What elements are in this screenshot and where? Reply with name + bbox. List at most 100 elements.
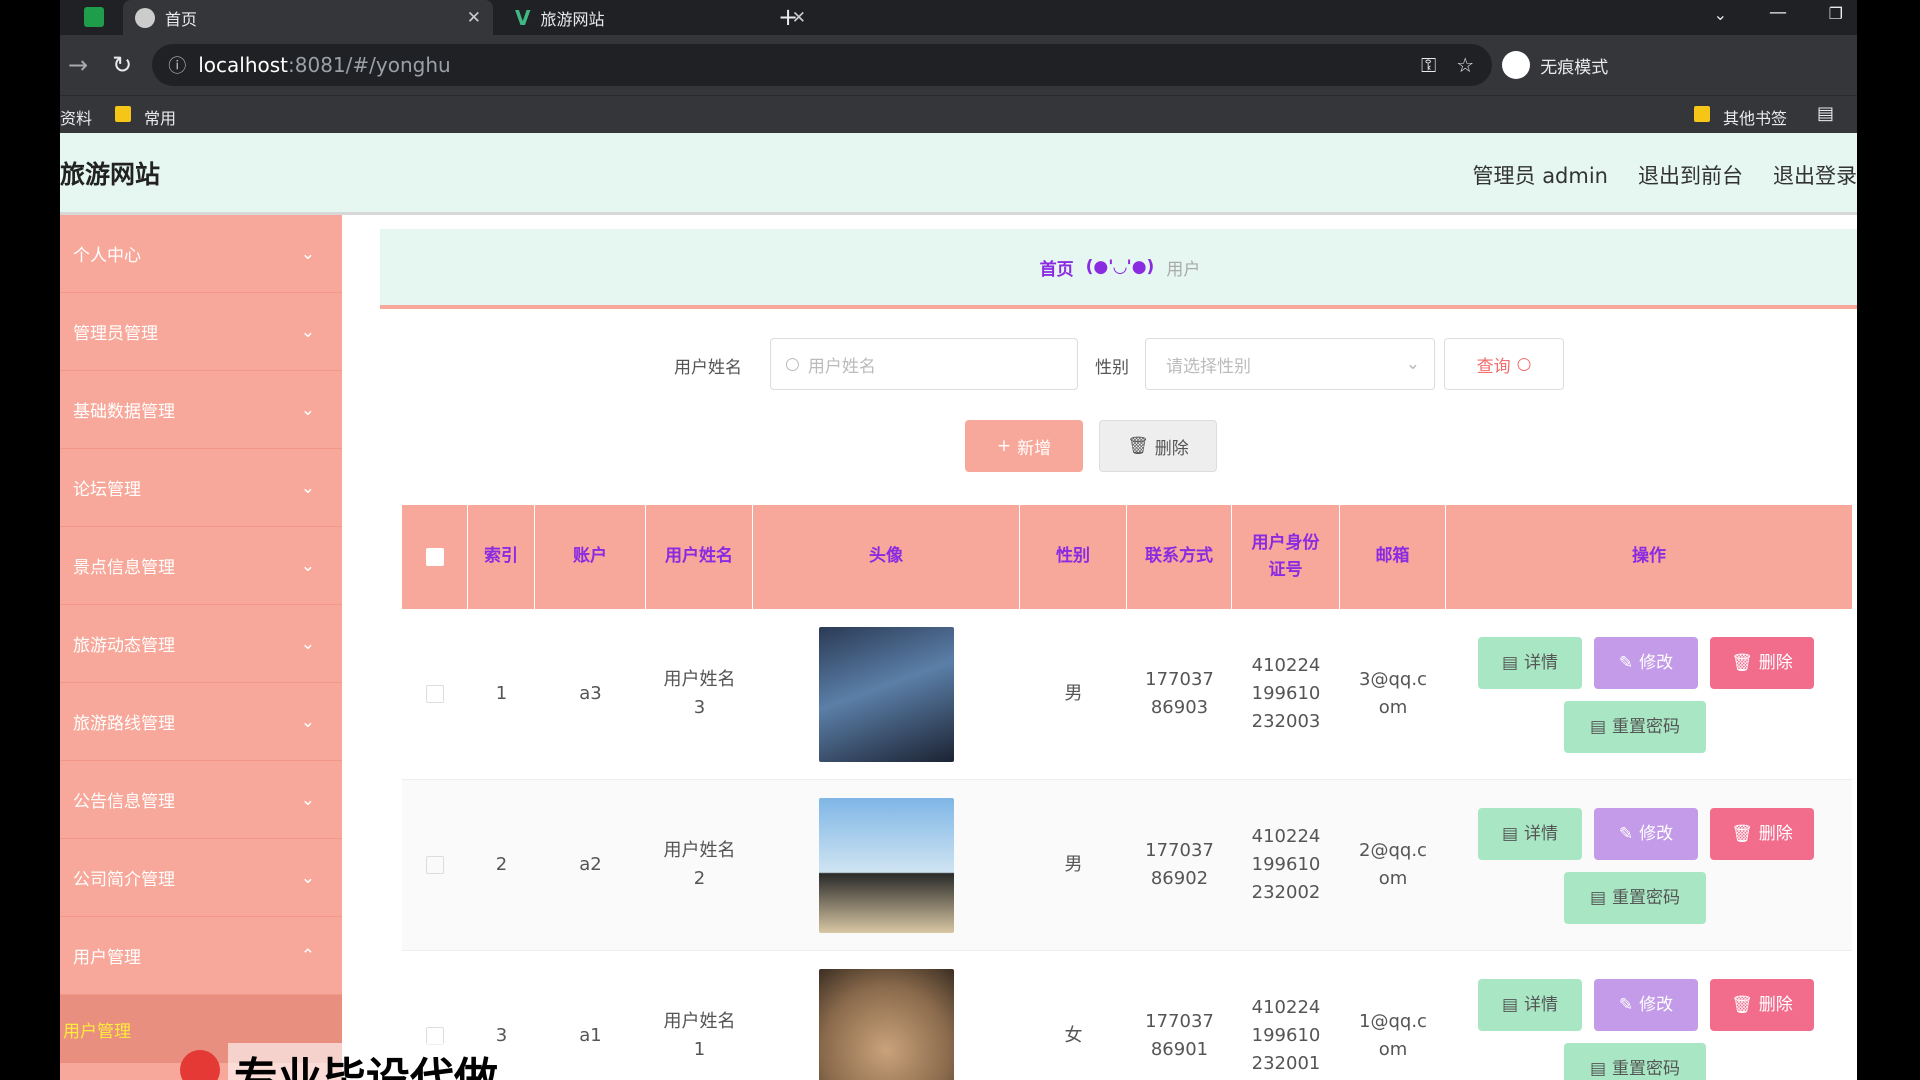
chevron-down-icon: ⌄	[300, 477, 315, 498]
sidebar-item-admin[interactable]: 管理员管理 ⌄	[60, 293, 342, 371]
gender-select[interactable]: 请选择性别 ⌄	[1145, 338, 1435, 390]
header-links: 管理员 admin 退出到前台 退出登录	[1443, 160, 1857, 190]
sidebar-item-scenic[interactable]: 景点信息管理 ⌄	[60, 527, 342, 605]
forward-icon[interactable]: →	[68, 51, 88, 79]
back-to-front-link[interactable]: 退出到前台	[1638, 164, 1743, 188]
restore-button[interactable]: ❐	[1829, 4, 1843, 23]
cell-phone: 17703786901	[1145, 1011, 1214, 1060]
select-all-checkbox[interactable]	[425, 548, 444, 566]
query-button[interactable]: 查询 ○	[1444, 338, 1564, 390]
reading-list-icon[interactable]: ▤	[1817, 103, 1834, 124]
close-icon[interactable]: ✕	[467, 8, 481, 28]
browser-window: 首页 ✕ V 旅游网站 ✕ + ⌄ — ❐ → ↻ ⓘ localhost :8…	[60, 0, 1857, 1080]
header-index[interactable]: 索引	[468, 505, 535, 609]
chevron-down-icon: ⌄	[300, 711, 315, 732]
tab-search-icon[interactable]: ⌄	[1714, 5, 1727, 24]
detail-button[interactable]: ▤ 详情	[1478, 979, 1582, 1031]
header-ops: 操作	[1632, 546, 1666, 567]
bookmark-item[interactable]: 其他书签	[1723, 105, 1787, 129]
minimize-button[interactable]: —	[1769, 2, 1787, 23]
watermark-text: 专业毕设代做	[228, 1043, 504, 1080]
reset-label: 重置密码	[1612, 887, 1681, 908]
avatar	[819, 968, 954, 1080]
detail-button[interactable]: ▤ 详情	[1478, 808, 1582, 860]
add-button[interactable]: + 新增	[965, 420, 1083, 472]
new-tab-button[interactable]: +	[778, 3, 798, 31]
header-idcard[interactable]: 用户身份证号	[1232, 505, 1340, 609]
breadcrumb-current: 用户	[1166, 259, 1201, 280]
breadcrumb-emoticon: (●'◡'●)	[1085, 257, 1155, 277]
edit-label: 修改	[1639, 994, 1674, 1015]
logout-link[interactable]: 退出登录	[1773, 164, 1857, 188]
delete-label: 删除	[1154, 438, 1189, 459]
bookmark-item[interactable]: 常用	[144, 105, 176, 129]
reset-password-button[interactable]: ▤ 重置密码	[1564, 872, 1706, 924]
sidebar-item-basic-data[interactable]: 基础数据管理 ⌄	[60, 371, 342, 449]
header-name[interactable]: 用户姓名	[646, 505, 753, 609]
breadcrumb-home[interactable]: 首页	[1040, 255, 1074, 280]
sidebar-item-personal-center[interactable]: 个人中心 ⌄	[60, 215, 342, 293]
sidebar-item-label: 基础数据管理	[73, 402, 175, 422]
bulk-delete-button[interactable]: 🗑 删除	[1099, 420, 1217, 472]
name-search-input[interactable]: ○ 用户姓名	[770, 338, 1078, 390]
row-checkbox[interactable]	[426, 685, 444, 703]
bookmark-item[interactable]: 资料	[60, 105, 92, 129]
cell-avatar	[753, 780, 1020, 950]
row-delete-button[interactable]: 🗑 删除	[1710, 808, 1814, 860]
url-path: :8081/#/yonghu	[288, 53, 451, 77]
edit-label: 修改	[1639, 823, 1674, 844]
edit-button[interactable]: ✎ 修改	[1594, 979, 1698, 1031]
star-icon[interactable]: ☆	[1456, 53, 1474, 77]
sidebar-item-routes[interactable]: 旅游路线管理 ⌄	[60, 683, 342, 761]
cell-gender: 男	[1064, 683, 1083, 705]
edit-button[interactable]: ✎ 修改	[1594, 808, 1698, 860]
name-placeholder: 用户姓名	[807, 356, 876, 377]
cell-email: 3@qq.com	[1359, 669, 1427, 718]
reload-icon[interactable]: ↻	[112, 51, 132, 79]
cell-idcard: 410224199610232001	[1251, 997, 1321, 1074]
cell-ops: ▤ 详情 ✎ 修改 🗑 删除 ▤ 重置密码	[1446, 951, 1852, 1080]
sidebar-item-company[interactable]: 公司简介管理 ⌄	[60, 839, 342, 917]
reset-password-button[interactable]: ▤ 重置密码	[1564, 701, 1706, 753]
cell-gender: 男	[1064, 854, 1083, 876]
tab-home[interactable]: 首页 ✕	[123, 0, 493, 35]
sidebar-item-label: 管理员管理	[73, 324, 158, 344]
trash-icon: 🗑	[1731, 823, 1753, 844]
sheets-app-icon[interactable]	[84, 7, 104, 27]
cell-gender: 女	[1064, 1025, 1083, 1047]
cell-avatar	[753, 609, 1020, 779]
sidebar-item-label: 用户管理	[73, 948, 141, 968]
main-content: 首页 (●'◡'●) 用户 用户姓名 ○ 用户姓名 性别 请选择性别 ⌄ 查询 …	[342, 215, 1857, 1080]
reset-password-button[interactable]: ▤ 重置密码	[1564, 1043, 1706, 1080]
header-email[interactable]: 邮箱	[1340, 505, 1446, 609]
key-icon[interactable]: ⚿	[1421, 53, 1436, 77]
edit-button[interactable]: ✎ 修改	[1594, 637, 1698, 689]
header-gender[interactable]: 性别	[1020, 505, 1127, 609]
chevron-down-icon: ⌄	[300, 633, 315, 654]
search-icon: ○	[785, 354, 800, 374]
sidebar-item-travel-news[interactable]: 旅游动态管理 ⌄	[60, 605, 342, 683]
edit-icon: ✎	[1618, 994, 1634, 1015]
edit-label: 修改	[1639, 652, 1674, 673]
detail-button[interactable]: ▤ 详情	[1478, 637, 1582, 689]
sidebar-item-users[interactable]: 用户管理 ⌃	[60, 917, 342, 995]
sidebar-item-forum[interactable]: 论坛管理 ⌄	[60, 449, 342, 527]
header-phone[interactable]: 联系方式	[1127, 505, 1232, 609]
tab-label: 首页	[165, 9, 198, 29]
url-field[interactable]: ⓘ localhost :8081/#/yonghu ⚿ ☆	[152, 44, 1493, 86]
incognito-icon	[1502, 51, 1531, 79]
plus-icon: +	[996, 436, 1012, 456]
doc-icon: ▤	[1589, 716, 1607, 737]
sidebar-item-label: 公司简介管理	[73, 870, 175, 890]
sidebar-item-notices[interactable]: 公告信息管理 ⌄	[60, 761, 342, 839]
header-avatar[interactable]: 头像	[753, 505, 1020, 609]
chevron-down-icon: ⌄	[300, 555, 315, 576]
row-delete-button[interactable]: 🗑 删除	[1710, 979, 1814, 1031]
folder-icon	[1694, 106, 1710, 122]
header-account[interactable]: 账户	[535, 505, 646, 609]
row-delete-button[interactable]: 🗑 删除	[1710, 637, 1814, 689]
cell-avatar	[753, 951, 1020, 1080]
cell-name: 用户姓名2	[663, 840, 736, 889]
tab-travel-site[interactable]: V 旅游网站 ✕	[503, 0, 818, 35]
row-checkbox[interactable]	[426, 856, 444, 874]
